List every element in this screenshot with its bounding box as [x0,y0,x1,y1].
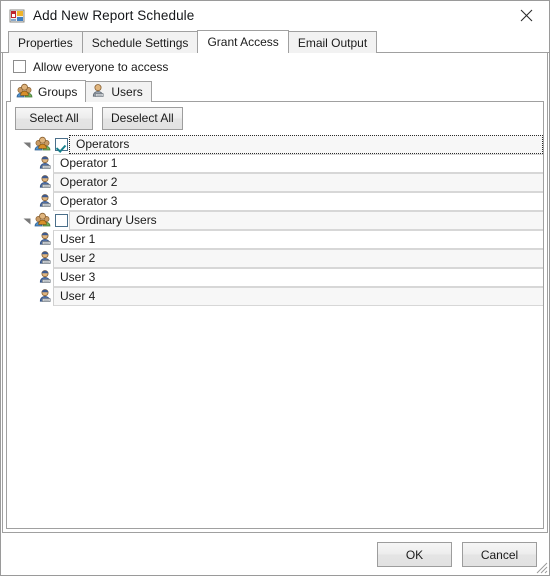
tree-gutter [7,192,53,211]
tree-group-row[interactable]: Ordinary Users [7,210,543,230]
select-all-button[interactable]: Select All [15,106,93,130]
selection-button-row: Select All Deselect All [7,102,543,134]
access-type-tab-strip: Groups Users [3,80,547,102]
tab-label: Users [111,85,143,99]
cancel-label: Cancel [480,547,519,562]
tree-item-row[interactable]: Operator 3 [7,191,543,211]
tab-label: Groups [38,84,78,99]
report-schedule-icon [9,8,25,24]
tree-gutter [7,230,53,249]
select-all-label: Select All [29,111,79,125]
tree-item-label: User 4 [53,286,543,306]
tree-gutter [7,249,53,268]
tree-gutter [7,268,53,287]
tree-item-row[interactable]: Operator 1 [7,153,543,173]
group-checkbox[interactable] [55,138,68,151]
user-icon [38,269,53,287]
user-icon [38,155,53,173]
deselect-all-label: Deselect All [111,111,174,125]
ok-label: OK [405,547,424,562]
tree-gutter [7,211,69,230]
tab-label: Schedule Settings [91,35,189,50]
tab-label: Grant Access [207,35,279,49]
tree-item-label: Operator 2 [53,172,543,192]
tree-item-label: User 2 [53,248,543,268]
tree-item-row[interactable]: User 3 [7,267,543,287]
tree-group-row[interactable]: Operators [7,135,543,154]
tree-item-label: Operator 1 [53,153,543,173]
tree-gutter [7,135,69,154]
dialog-window: Add New Report Schedule Properties Sched… [0,0,550,576]
grant-access-panel: Allow everyone to access Groups Users Se… [2,53,548,533]
groups-icon [34,136,51,154]
title-bar: Add New Report Schedule [1,1,549,30]
tab-groups[interactable]: Groups [10,80,87,102]
tab-users[interactable]: Users [85,81,152,102]
tree-item-row[interactable]: User 4 [7,286,543,306]
tree-item-label: Operator 3 [53,191,543,211]
allow-everyone-row[interactable]: Allow everyone to access [3,53,547,80]
user-icon [38,193,53,211]
groups-icon [16,83,33,101]
user-icon [38,288,53,306]
allow-everyone-label: Allow everyone to access [33,59,169,74]
groups-panel: Select All Deselect All Operators Operat… [6,102,544,529]
deselect-all-button[interactable]: Deselect All [102,106,183,130]
tab-label: Properties [18,35,73,50]
tab-schedule-settings[interactable]: Schedule Settings [81,31,199,53]
tree-item-row[interactable]: User 2 [7,248,543,268]
tree-group-label: Ordinary Users [69,210,543,230]
allow-everyone-checkbox[interactable] [13,60,26,73]
user-icon [38,250,53,268]
tree-gutter [7,173,53,192]
tree-item-label: User 1 [53,229,543,249]
tree-gutter [7,287,53,306]
window-title: Add New Report Schedule [33,8,195,23]
tab-label: Email Output [297,35,368,50]
collapse-triangle-icon[interactable] [21,211,34,230]
tree-group-label: Operators [69,135,543,154]
main-tab-strip: Properties Schedule Settings Grant Acces… [1,30,549,53]
tree-item-row[interactable]: User 1 [7,229,543,249]
access-tree[interactable]: Operators Operator 1 Operator 2 Operator… [7,134,543,528]
tree-item-label: User 3 [53,267,543,287]
dialog-footer: OK Cancel [1,533,549,575]
collapse-triangle-icon[interactable] [21,135,34,154]
resize-grip[interactable] [534,560,548,574]
ok-button[interactable]: OK [377,542,452,567]
groups-icon [34,212,51,230]
tab-grant-access[interactable]: Grant Access [197,30,289,53]
tree-item-row[interactable]: Operator 2 [7,172,543,192]
tab-properties[interactable]: Properties [8,31,83,53]
user-icon [38,231,53,249]
tree-gutter [7,154,53,173]
group-checkbox[interactable] [55,214,68,227]
cancel-button[interactable]: Cancel [462,542,537,567]
tab-email-output[interactable]: Email Output [287,31,378,53]
user-icon [91,83,106,101]
close-icon[interactable] [504,1,549,30]
user-icon [38,174,53,192]
